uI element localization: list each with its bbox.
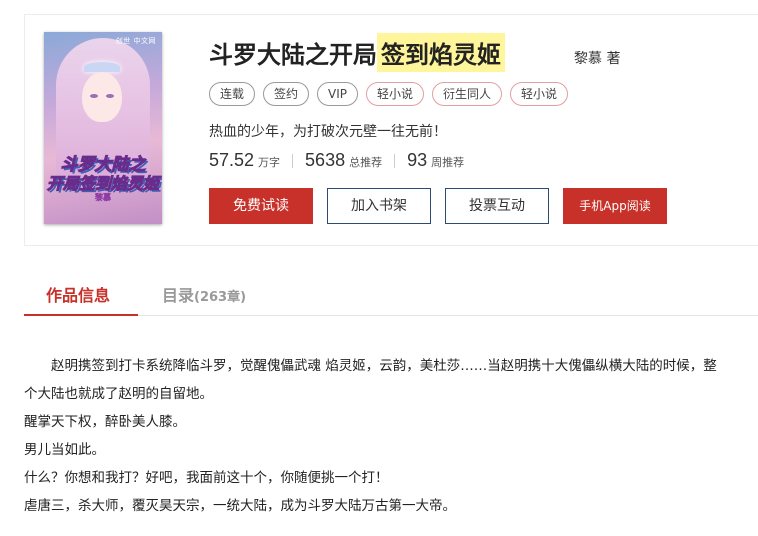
add-to-shelf-button[interactable]: 加入书架 — [327, 188, 431, 224]
tag-light-novel-2[interactable]: 轻小说 — [510, 82, 569, 106]
description-paragraph: 什么？你想和我打？好吧，我面前这十个，你随便挑一个打！ — [24, 470, 389, 486]
cover-face — [82, 72, 122, 122]
total-recommend-unit: 总推荐 — [349, 156, 383, 169]
cover-eye — [106, 94, 114, 98]
book-author[interactable]: 黎慕 著 — [574, 48, 620, 68]
stat-divider — [394, 153, 396, 168]
free-trial-button[interactable]: 免费试读 — [209, 188, 313, 224]
book-title: 斗罗大陆之开局 签到焰灵姬 — [209, 33, 505, 72]
book-description: 赵明携签到打卡系统降临斗罗，觉醒傀儡武魂 焰灵姬，云韵，美杜莎……当赵明携十大傀… — [24, 352, 724, 520]
action-buttons: 免费试读 加入书架 投票互动 手机App阅读 — [209, 188, 667, 224]
description-paragraph: 虐唐三，杀大师，覆灭昊天宗，一统大陆，成为斗罗大陆万古第一大帝。 — [24, 498, 456, 514]
cover-title-line2: 开局签到焰灵姬 — [46, 174, 159, 194]
book-cover-image[interactable]: 创世 中文网 斗罗大陆之 开局签到焰灵姬 黎慕 — [44, 32, 162, 224]
tab-toc-count: (263章) — [194, 290, 247, 305]
book-tagline: 热血的少年，为打破次元壁一往无前！ — [209, 124, 447, 140]
cover-crown — [84, 62, 120, 72]
tag-vip[interactable]: VIP — [317, 82, 359, 106]
tag-serial[interactable]: 连载 — [209, 82, 256, 106]
word-count-unit: 万字 — [258, 156, 281, 169]
app-read-button[interactable]: 手机App阅读 — [563, 188, 667, 224]
stat-divider — [292, 153, 294, 168]
tab-toc[interactable]: 目录(263章) — [162, 282, 246, 306]
detail-tabs: 作品信息 目录(263章) — [24, 274, 758, 316]
total-recommend-count: 5638 — [305, 150, 346, 170]
vote-button[interactable]: 投票互动 — [445, 188, 549, 224]
tag-signed[interactable]: 签约 — [263, 82, 310, 106]
description-paragraph: 男儿当如此。 — [24, 442, 105, 458]
active-tab-indicator — [24, 314, 138, 316]
cover-author: 黎慕 — [95, 193, 111, 202]
description-paragraph: 醒掌天下权，醉卧美人膝。 — [24, 414, 186, 430]
word-count: 57.52 — [209, 150, 255, 170]
book-stats: 57.52 万字 5638 总推荐 93 周推荐 — [209, 150, 464, 171]
tab-book-info[interactable]: 作品信息 — [46, 282, 110, 306]
tag-light-novel[interactable]: 轻小说 — [366, 82, 425, 106]
week-recommend-count: 93 — [407, 150, 428, 170]
tab-toc-label: 目录 — [162, 286, 195, 305]
book-tags: 连载 签约 VIP 轻小说 衍生同人 轻小说 — [209, 82, 569, 106]
cover-publisher-logo: 创世 中文网 — [115, 37, 156, 45]
tag-fanfic[interactable]: 衍生同人 — [432, 82, 503, 106]
book-title-highlight: 签到焰灵姬 — [377, 33, 505, 72]
week-recommend-unit: 周推荐 — [431, 156, 465, 169]
book-title-main: 斗罗大陆之开局 — [209, 41, 377, 69]
cover-eye — [90, 94, 98, 98]
description-paragraph: 赵明携签到打卡系统降临斗罗，觉醒傀儡武魂 焰灵姬，云韵，美杜莎……当赵明携十大傀… — [24, 358, 717, 402]
